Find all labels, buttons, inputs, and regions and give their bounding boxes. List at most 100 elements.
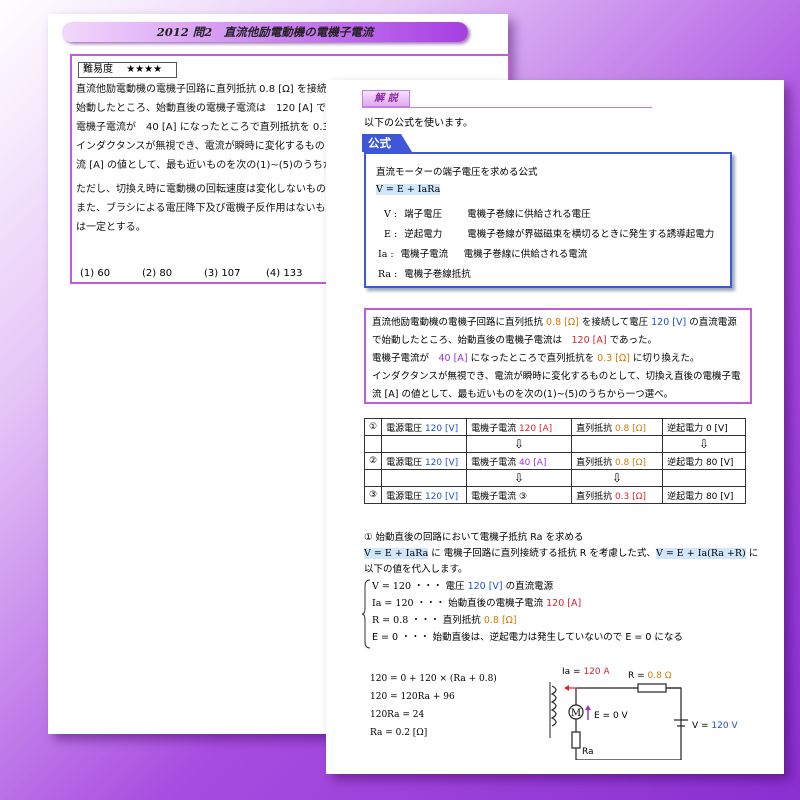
step-current: 電機子電流 120 [A] [466, 418, 573, 436]
option: (3) 107 [204, 268, 241, 279]
label: 電源電圧 [386, 423, 425, 434]
step-current: 電機子電流 40 [A] [466, 452, 573, 470]
text: Ia = 120 ・・・ 始動直後の電機子電流 [372, 598, 547, 609]
label: 電源電圧 [386, 457, 425, 468]
var-symbol: Ia : [378, 249, 394, 260]
calc-line: 120 = 0 + 120 × (Ra + 0.8) [370, 674, 497, 684]
label: 電源電圧 [386, 491, 425, 502]
var-name: 電機子巻線抵抗 [404, 269, 471, 280]
step-current: 電機子電流 ③ [466, 486, 573, 504]
value-resistance-2: 0.3 [Ω] [597, 353, 630, 364]
arrow-icon: ⇩ [571, 469, 664, 487]
formula-var-e: E : 逆起電力 電機子巻線が界磁磁束を横切るときに発生する誘導起電力 [384, 226, 714, 240]
v-label: V = 120 V [692, 721, 738, 731]
formula-var-v: V : 端子電圧 電機子巻線に供給される電圧 [384, 206, 591, 220]
text: V = 120 ・・・ 電圧 [372, 581, 468, 592]
formula-var-ra: Ra : 電機子巻線抵抗 [378, 266, 471, 280]
step-voltage: 電源電圧 120 [V] [381, 418, 468, 436]
step-voltage: 電源電圧 120 [V] [381, 452, 468, 470]
text: に切り換えた。 [629, 353, 700, 364]
step-no: ③ [363, 486, 383, 504]
question-line: は一定とする。 [76, 222, 146, 233]
var-name: 逆起電力 [404, 229, 443, 240]
sub-line: E = 0 ・・・ 始動直後は、逆起電力は発生していないので E = 0 になる [372, 632, 683, 643]
r-label: R = 0.8 Ω [628, 671, 672, 681]
text: であった。 [606, 335, 658, 346]
arrow-icon: ⇩ [466, 435, 573, 453]
text: R = 0.8 ・・・ 直列抵抗 [372, 615, 484, 626]
value: 0.8 [Ω] [483, 615, 517, 626]
text: 直流他励電動機の電機子回路に直列抵抗 [372, 317, 547, 328]
motor-label: M [571, 708, 581, 719]
empty [662, 469, 747, 487]
q-line-2: で始動したところ、始動直後の電機子電流は 120 [A] であった。 [372, 332, 744, 350]
equation: V = E + IaRa [364, 548, 429, 559]
step-emf: 逆起電力 0 [V] [662, 418, 747, 436]
step-resistance: 直列抵抗 0.8 [Ω] [571, 452, 664, 470]
value: 120 [V] [424, 457, 459, 468]
ia-label: Ia = 120 A [562, 667, 610, 677]
step-emf: 逆起電力 80 [V] [662, 452, 747, 470]
var-desc: 電機子巻線が界磁磁束を横切るときに発生する誘導起電力 [467, 229, 715, 240]
step-row: ③ 電源電圧 120 [V] 電機子電流 ③ 直列抵抗 0.3 [Ω] 逆起電力… [363, 486, 747, 504]
option: (2) 80 [142, 268, 173, 279]
arrow-row: ⇩ ⇩ [363, 469, 747, 487]
solution-line: V = E + IaRa に 電機子回路に直列接続する抵抗 R を考慮した式、V… [364, 546, 758, 562]
q-line-1: 直流他励電動機の電機子回路に直列抵抗 0.8 [Ω] を接続して電圧 120 [… [372, 314, 744, 332]
text: に [745, 548, 759, 559]
back-page-title: 2012 問2 直流他励電動機の電機子電流 [62, 22, 468, 42]
value: 0.8 [Ω] [614, 423, 647, 434]
question-restated: 直流他励電動機の電機子回路に直列抵抗 0.8 [Ω] を接続して電圧 120 [… [364, 308, 752, 404]
calculation: 120 = 0 + 120 × (Ra + 0.8) 120 = 120Ra +… [370, 670, 497, 742]
ra-label: Ra [582, 747, 594, 757]
emf-arrow-icon [585, 705, 591, 710]
substitution-list: V = 120 ・・・ 電圧 120 [V] の直流電源 Ia = 120 ・・… [372, 578, 683, 646]
value: 120 [V] [467, 581, 503, 592]
question-line: 直流他励電動機の電機子回路に直列抵抗 0.8 [Ω] を接続 [76, 84, 327, 95]
var-symbol: V : [384, 209, 398, 220]
formula-equation: V = E + IaRa [376, 184, 441, 195]
formula-tab: 公式 [362, 134, 412, 152]
question-line: 始動したところ、始動直後の電機子電流は 120 [A] であ [76, 103, 336, 114]
step-row: ① 電源電圧 120 [V] 電機子電流 120 [A] 直列抵抗 0.8 [Ω… [363, 418, 747, 436]
option: (4) 133 [266, 268, 303, 279]
var-desc: 電機子巻線に供給される電圧 [467, 209, 591, 220]
e-label: E = 0 V [594, 711, 629, 721]
current-arrow-icon [564, 685, 569, 691]
q-line-4: インダクタンスが無視でき、電流が瞬時に変化するものとして、切換え直後の電機子電 [372, 371, 741, 382]
value-current: 120 [A] [571, 335, 607, 346]
empty [363, 435, 383, 453]
formula-box: 直流モーターの端子電圧を求める公式 V = E + IaRa V : 端子電圧 … [364, 152, 732, 288]
arrow-icon: ⇩ [466, 469, 573, 487]
step-resistance: 直列抵抗 0.8 [Ω] [571, 418, 664, 436]
label: Ia = [562, 667, 583, 677]
sub-line: R = 0.8 ・・・ 直列抵抗 0.8 [Ω] [372, 612, 683, 629]
empty [363, 469, 383, 487]
var-symbol: E : [384, 229, 398, 240]
q-line-3: 電機子電流が 40 [A] になったところで直列抵抗を 0.3 [Ω] に切り換… [372, 350, 744, 368]
step-resistance: 直列抵抗 0.3 [Ω] [571, 486, 664, 504]
question-line: 電機子電流が 40 [A] になったところで直列抵抗を 0.3 [Ω [76, 122, 344, 133]
intro-text: 以下の公式を使います。 [364, 118, 473, 129]
value: 0.3 [Ω] [614, 491, 647, 502]
value: 120 A [583, 667, 610, 677]
solution-text: ① 始動直後の回路において電機子抵抗 Ra を求める V = E + IaRa … [364, 530, 758, 578]
formula-heading: 直流モーターの端子電圧を求める公式 [376, 167, 538, 178]
value-resistance: 0.8 [Ω] [546, 317, 579, 328]
step-no: ② [363, 452, 383, 470]
label: 電機子電流 [471, 457, 519, 468]
text: になったところで直列抵抗を [467, 353, 598, 364]
equation: V = E + Ia(Ra +R) [655, 548, 746, 559]
arrow-icon: ⇩ [662, 435, 747, 453]
steps-table: ① 電源電圧 120 [V] 電機子電流 120 [A] 直列抵抗 0.8 [Ω… [363, 418, 747, 504]
text: の直流電源 [686, 317, 737, 328]
value: 0.8 [Ω] [614, 457, 647, 468]
step-row: ② 電源電圧 120 [V] 電機子電流 40 [A] 直列抵抗 0.8 [Ω]… [363, 452, 747, 470]
empty [571, 435, 664, 453]
arrow-row: ⇩ ⇩ [363, 435, 747, 453]
label: 電機子電流 [471, 423, 519, 434]
question-line: また、ブラシによる電圧降下及び電機子反作用はないも [76, 203, 326, 214]
question-line: インダクタンスが無視でき、電流が瞬時に変化するもの [76, 141, 325, 152]
label: V = [692, 721, 711, 731]
var-name: 端子電圧 [404, 209, 443, 220]
